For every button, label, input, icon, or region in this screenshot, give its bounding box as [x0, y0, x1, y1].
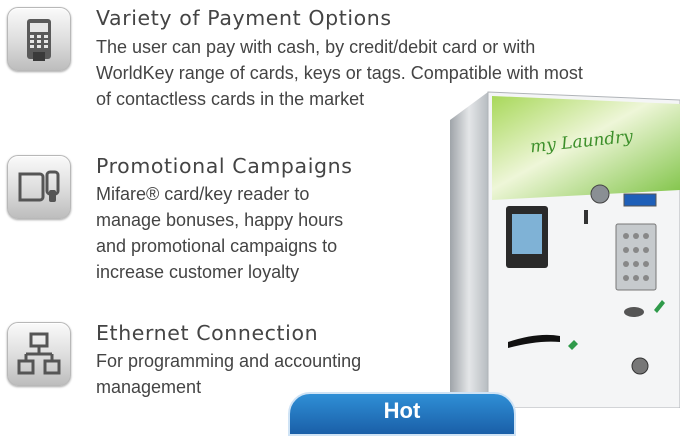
hot-badge: Hot	[288, 392, 516, 436]
feature-title: Ethernet Connection	[96, 321, 319, 345]
payment-terminal-icon	[7, 7, 71, 71]
laundry-payment-machine: my Laundry	[448, 90, 680, 409]
description-line: and promotional campaigns to	[96, 236, 338, 256]
description-line: For programming and accounting	[96, 351, 362, 371]
description-line: Mifare® card/key reader to	[96, 184, 310, 204]
description-line: manage bonuses, happy hours	[96, 210, 344, 230]
card-and-key-icon	[7, 155, 71, 219]
feature-title: Promotional Campaigns	[96, 154, 353, 178]
network-icon	[7, 322, 71, 386]
feature-description: Mifare® card/key reader to manage bonuse…	[96, 181, 343, 285]
feature-title: Variety of Payment Options	[96, 6, 392, 30]
description-line: WorldKey range of cards, keys or tags. C…	[96, 63, 583, 83]
description-line: increase customer loyalty	[96, 262, 300, 282]
description-line: The user can pay with cash, by credit/de…	[96, 37, 536, 57]
badge-label: Hot	[383, 398, 421, 423]
